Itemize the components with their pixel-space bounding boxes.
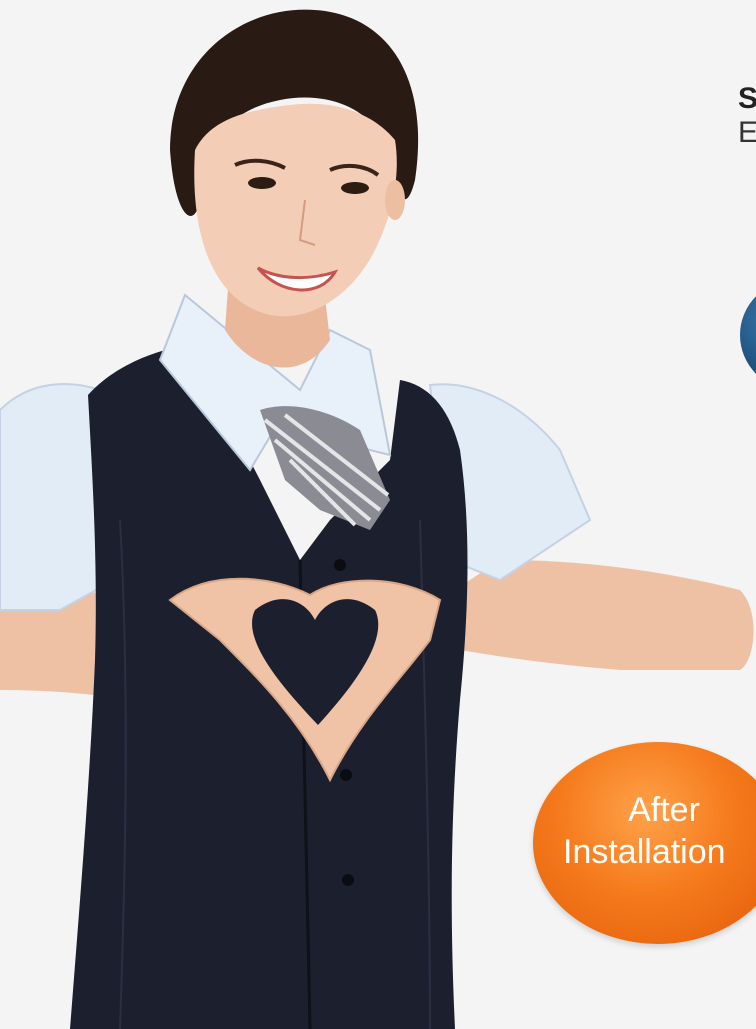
headline-subtitle: E — [738, 116, 756, 149]
badge-line-installation: Installation — [563, 833, 726, 871]
right-arm — [440, 560, 754, 670]
headline-title: S — [738, 82, 756, 115]
badge-line-after: After — [628, 791, 700, 829]
headline-cropped: S E — [738, 82, 756, 150]
promo-banner: S E After Installation — [0, 0, 756, 1029]
